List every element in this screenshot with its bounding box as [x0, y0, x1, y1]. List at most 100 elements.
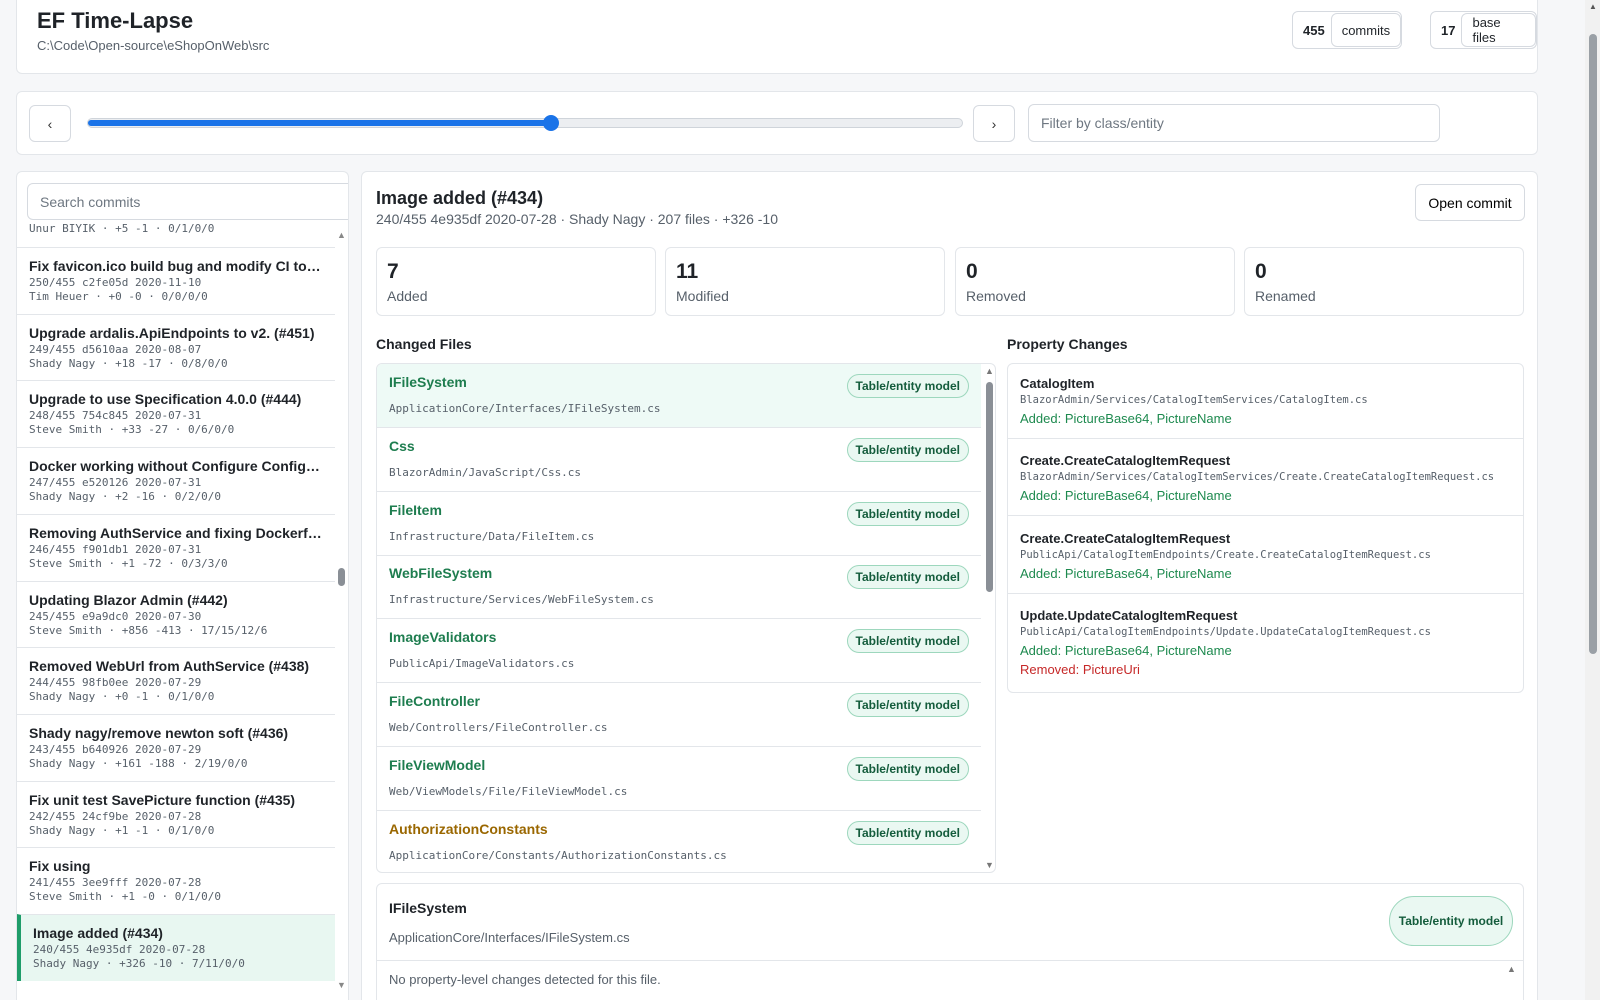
properties-added: Added: PictureBase64, PictureName — [1020, 566, 1232, 581]
file-path: Infrastructure/Services/WebFileSystem.cs — [389, 593, 654, 607]
filter-class-input[interactable] — [1028, 104, 1440, 142]
timeline-slider[interactable] — [87, 115, 963, 131]
changed-files-list: IFileSystem ApplicationCore/Interfaces/IF… — [376, 363, 996, 873]
scrollbar-thumb[interactable] — [986, 382, 993, 592]
commit-list-scrollbar[interactable]: ▲ ▼ — [337, 230, 347, 990]
commit-item-stats: Shady Nagy · +1 -1 · 0/1/0/0 — [29, 823, 215, 837]
commit-item-stats: Shady Nagy · +0 -1 · 0/1/0/0 — [29, 690, 215, 704]
commit-item-partial[interactable]: Unur BIYIK · +5 -1 · 0/1/0/0 — [29, 222, 214, 235]
renamed-label: Renamed — [1255, 288, 1316, 304]
file-path: Web/Controllers/FileController.cs — [389, 721, 608, 734]
scroll-up-arrow-icon[interactable]: ▲ — [985, 366, 994, 376]
property-change-item[interactable]: CatalogItem BlazorAdmin/Services/CatalogI… — [1008, 364, 1523, 439]
commit-item-stats: Steve Smith · +1 -72 · 0/3/3/0 — [29, 556, 228, 570]
commit-item[interactable]: Upgrade to use Specification 4.0.0 (#444… — [17, 380, 335, 447]
changed-file-row[interactable]: AuthorizationConstants ApplicationCore/Co… — [377, 811, 981, 872]
property-class-name: Create.CreateCatalogItemRequest — [1020, 453, 1231, 468]
commit-item[interactable]: Fix using 241/455 3ee9fff 2020-07-28 Steve… — [17, 847, 335, 914]
changed-file-row[interactable]: Css BlazorAdmin/JavaScript/Css.cs Table/en… — [377, 428, 981, 492]
commit-item-title: Updating Blazor Admin (#442) — [29, 591, 228, 608]
next-commit-button[interactable]: › — [973, 105, 1015, 142]
file-path: PublicApi/ImageValidators.cs — [389, 657, 575, 671]
changed-file-row[interactable]: WebFileSystem Infrastructure/Services/Web… — [377, 555, 981, 620]
changed-file-row[interactable]: FileItem Infrastructure/Data/FileItem.cs T… — [377, 492, 981, 556]
file-path: ApplicationCore/Interfaces/IFileSystem.c… — [389, 402, 661, 415]
commit-item-meta: 247/455 e520126 2020-07-31 — [29, 476, 202, 490]
previous-commit-button[interactable]: ‹ — [29, 105, 71, 142]
modified-label: Modified — [676, 288, 729, 304]
commit-item[interactable]: Fix favicon.ico build bug and modify CI … — [17, 247, 335, 314]
commit-item[interactable]: Shady nagy/remove newton soft (#436) 243/… — [17, 713, 335, 781]
detail-type-badge: Table/entity model — [1389, 896, 1513, 946]
scroll-down-arrow-icon[interactable]: ▼ — [985, 860, 994, 870]
commit-item-stats: Shady Nagy · +2 -16 · 0/2/0/0 — [29, 490, 222, 504]
app-header: EF Time-Lapse C:\Code\Open-source\eShopO… — [16, 0, 1538, 74]
commit-item[interactable]: Fix unit test SavePicture function (#435… — [17, 780, 335, 848]
open-commit-button[interactable]: Open commit — [1415, 184, 1525, 221]
property-class-name: Create.CreateCatalogItemRequest — [1020, 531, 1231, 546]
scroll-down-arrow-icon[interactable]: ▼ — [337, 980, 346, 990]
property-change-item[interactable]: Create.CreateCatalogItemRequest BlazorAdm… — [1008, 441, 1523, 516]
commit-item-meta: 243/455 b640926 2020-07-29 — [29, 742, 202, 756]
property-class-name: Update.UpdateCatalogItemRequest — [1020, 608, 1238, 623]
commit-item[interactable]: Image added (#434) 240/455 4e935df 2020-0… — [17, 914, 335, 981]
commit-item[interactable]: Updating Blazor Admin (#442) 245/455 e9a9… — [17, 580, 335, 648]
detail-file-name: IFileSystem — [389, 900, 467, 916]
commit-item-title: Removed WebUrl from AuthService (#438) — [29, 658, 310, 675]
scroll-up-arrow-icon[interactable]: ▲ — [1507, 964, 1516, 974]
page-scrollbar[interactable]: ▲ — [1585, 0, 1600, 1000]
commit-item[interactable]: Removed WebUrl from AuthService (#438) 24… — [17, 647, 335, 714]
repo-path: C:\Code\Open-source\eShopOnWeb\src — [37, 38, 270, 53]
commit-item-meta: 246/455 f901db1 2020-07-31 — [29, 542, 202, 556]
detail-note: No property-level changes detected for t… — [389, 972, 661, 987]
commit-item-title: Shady nagy/remove newton soft (#436) — [29, 724, 289, 741]
commit-item-meta: 245/455 e9a9dc0 2020-07-30 — [29, 609, 202, 623]
commits-count: 455 — [1303, 22, 1325, 38]
added-count: 7 — [387, 260, 399, 283]
commit-item[interactable]: Upgrade ardalis.ApiEndpoints to v2. (#45… — [17, 313, 335, 381]
scrollbar-thumb[interactable] — [1589, 34, 1597, 654]
timeline-slider-fill — [88, 120, 552, 126]
property-file-path: PublicApi/CatalogItemEndpoints/Create.Cr… — [1020, 549, 1431, 561]
changed-file-row[interactable]: ImageValidators PublicApi/ImageValidators… — [377, 619, 981, 684]
scroll-up-arrow-icon[interactable]: ▲ — [1589, 2, 1597, 11]
base-files-pill: 17 base files — [1430, 11, 1537, 49]
property-change-item[interactable]: Update.UpdateCatalogItemRequest PublicApi… — [1008, 596, 1523, 689]
file-list-scrollbar[interactable]: ▲ ▼ — [983, 364, 995, 872]
properties-added: Added: PictureBase64, PictureName — [1020, 411, 1232, 426]
file-type-badge: Table/entity model — [846, 756, 969, 781]
changed-file-row[interactable]: FileController Web/Controllers/FileContro… — [377, 683, 981, 747]
timeline-slider-thumb[interactable] — [543, 115, 560, 131]
property-changes-heading: Property Changes — [1007, 336, 1128, 352]
scroll-up-arrow-icon[interactable]: ▲ — [337, 230, 346, 240]
commit-item-meta: 240/455 4e935df 2020-07-28 — [33, 943, 206, 956]
file-path: ApplicationCore/Constants/AuthorizationC… — [389, 848, 727, 862]
commit-item-meta: 250/455 c2fe05d 2020-11-10 — [29, 276, 202, 289]
changed-files-heading: Changed Files — [376, 336, 472, 352]
commit-item-meta: 248/455 754c845 2020-07-31 — [29, 409, 202, 423]
commit-item-stats: Shady Nagy · +326 -10 · 7/11/0/0 — [33, 957, 245, 970]
scrollbar-thumb[interactable] — [338, 568, 345, 586]
changed-file-row[interactable]: FileViewModel Web/ViewModels/File/FileVie… — [377, 747, 981, 811]
property-change-item[interactable]: Create.CreateCatalogItemRequest PublicApi… — [1008, 519, 1523, 594]
search-commits-input[interactable] — [27, 183, 348, 220]
file-type-badge: Table/entity model — [846, 693, 969, 717]
commit-list-panel: Unur BIYIK · +5 -1 · 0/1/0/0 Fix favicon… — [16, 171, 349, 1000]
modified-count-card: 11 Modified — [665, 247, 945, 316]
base-files-count: 17 — [1441, 22, 1456, 38]
file-detail: IFileSystem ApplicationCore/Interfaces/I… — [376, 883, 1524, 1000]
commit-item[interactable]: Docker working without Configure Configu… — [17, 447, 335, 514]
commit-item-title: Fix unit test SavePicture function (#435… — [29, 791, 296, 808]
commit-item-stats: Tim Heuer · +0 -0 · 0/0/0/0 — [29, 290, 208, 303]
commit-item-title: Image added (#434) — [33, 925, 163, 941]
commit-item[interactable]: Removing AuthService and fixing Dockerfi… — [17, 513, 335, 581]
timeline-bar: ‹ › — [16, 91, 1538, 155]
removed-count-card: 0 Removed — [955, 247, 1235, 316]
commit-detail-panel: Image added (#434) 240/455 4e935df 2020-… — [361, 171, 1538, 1000]
file-type-badge: Table/entity model — [846, 437, 969, 462]
removed-label: Removed — [966, 288, 1026, 304]
base-files-label: base files — [1461, 13, 1536, 47]
changed-file-row[interactable]: IFileSystem ApplicationCore/Interfaces/IF… — [377, 364, 981, 428]
property-file-path: PublicApi/CatalogItemEndpoints/Update.Up… — [1020, 626, 1431, 638]
file-path: Web/ViewModels/File/FileViewModel.cs — [389, 784, 628, 798]
